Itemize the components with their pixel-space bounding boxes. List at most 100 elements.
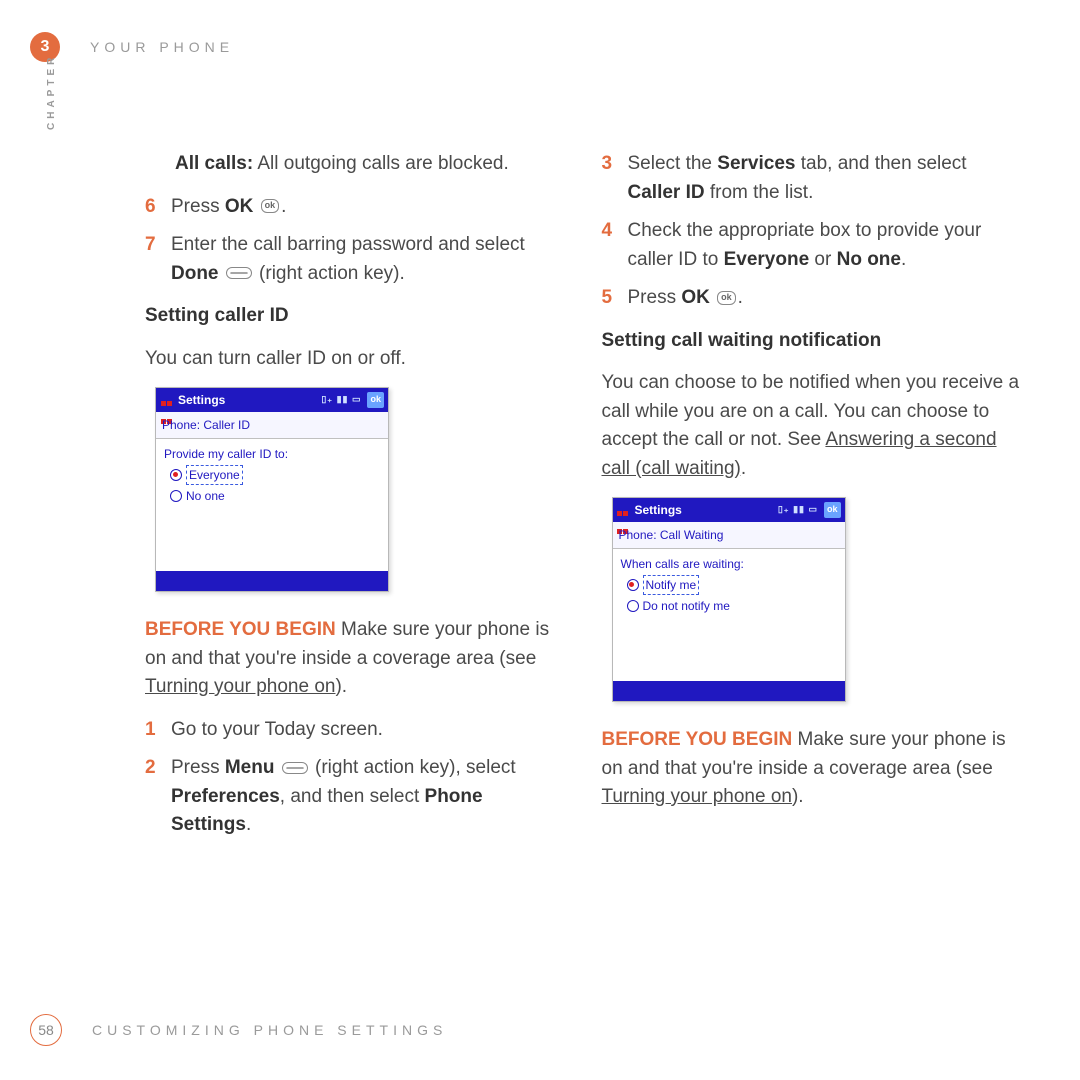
windows-icon — [160, 393, 174, 407]
t: Press — [171, 196, 225, 217]
radio-selected-icon — [170, 469, 182, 481]
t: Caller ID — [628, 182, 705, 203]
t: . — [901, 249, 906, 270]
t: . — [281, 196, 286, 217]
step-num: 2 — [145, 754, 171, 783]
step-text: Check the appropriate box to provide you… — [628, 217, 1021, 274]
t: . — [738, 287, 743, 308]
t: (right action key). — [254, 263, 405, 284]
left-steps-top: 6 Press OK ok. 7 Enter the call barring … — [145, 193, 564, 289]
ok-key-icon: ok — [261, 199, 280, 213]
side-chapter-label: CHAPTER — [46, 54, 57, 130]
page-root: 3 YOUR PHONE CHAPTER All calls: All outg… — [0, 0, 1080, 1080]
radio-icon — [170, 490, 182, 502]
t — [710, 287, 715, 308]
t: Services — [717, 153, 795, 174]
step-5: 5 Press OK ok. — [602, 284, 1021, 313]
step-num: 3 — [602, 150, 628, 179]
t: or — [809, 249, 836, 270]
action-key-icon — [226, 267, 252, 279]
radio-option: Everyone — [170, 465, 380, 485]
footer-section-title: CUSTOMIZING PHONE SETTINGS — [92, 1022, 447, 1038]
windows-icon — [617, 503, 631, 517]
link-turning-phone-on[interactable]: Turning your phone on — [145, 676, 335, 697]
t: . — [741, 458, 746, 479]
step-num: 1 — [145, 716, 171, 745]
step-2: 2 Press Menu (right action key), select … — [145, 754, 564, 840]
section-desc: You can choose to be notified when you r… — [602, 369, 1021, 483]
step-3: 3 Select the Services tab, and then sele… — [602, 150, 1021, 207]
radio-option: No one — [170, 487, 380, 505]
before-you-begin-block: BEFORE YOU BEGIN Make sure your phone is… — [602, 726, 1021, 812]
step-text: Enter the call barring password and sele… — [171, 231, 564, 288]
radio-selected-icon — [627, 579, 639, 591]
left-column: All calls: All outgoing calls are blocke… — [145, 150, 564, 854]
screenshot-footer-bar — [613, 681, 845, 701]
t: Done — [171, 263, 219, 284]
t — [253, 196, 258, 217]
t: . — [246, 814, 251, 835]
radio-icon — [627, 600, 639, 612]
screenshot-body: Provide my caller ID to: Everyone No one — [156, 439, 388, 571]
t: Select the — [628, 153, 718, 174]
t — [219, 263, 224, 284]
header-section-title: YOUR PHONE — [90, 39, 234, 55]
section-heading-call-waiting: Setting call waiting notification — [602, 327, 1021, 356]
right-steps-top: 3 Select the Services tab, and then sele… — [602, 150, 1021, 313]
t — [274, 757, 279, 778]
content-columns: All calls: All outgoing calls are blocke… — [145, 150, 1020, 854]
all-calls-line: All calls: All outgoing calls are blocke… — [175, 150, 564, 179]
screenshot-titlebar: Settings ▯₊ ▮▮ ▭ ok — [613, 498, 845, 522]
action-key-icon — [282, 762, 308, 774]
ok-box-icon: ok — [367, 392, 384, 408]
step-4: 4 Check the appropriate box to provide y… — [602, 217, 1021, 274]
status-icons: ▯₊ ▮▮ ▭ — [321, 393, 361, 407]
step-num: 7 — [145, 231, 171, 260]
t: No one — [837, 249, 901, 270]
t: ). — [792, 786, 804, 807]
step-text: Press OK ok. — [628, 284, 1021, 313]
screenshot-title-text: Settings — [178, 391, 317, 409]
page-number-badge: 58 — [30, 1014, 62, 1046]
step-num: 4 — [602, 217, 628, 246]
t: Menu — [225, 757, 275, 778]
screenshot-breadcrumb: Phone: Caller ID — [156, 412, 388, 439]
step-7: 7 Enter the call barring password and se… — [145, 231, 564, 288]
before-you-begin-label: BEFORE YOU BEGIN — [602, 729, 793, 750]
ok-box-icon: ok — [824, 502, 841, 518]
step-text: Go to your Today screen. — [171, 716, 564, 745]
t: OK — [225, 196, 254, 217]
right-column: 3 Select the Services tab, and then sele… — [602, 150, 1021, 854]
radio-label: Everyone — [186, 465, 243, 485]
t: Everyone — [724, 249, 810, 270]
t: ). — [335, 676, 347, 697]
radio-label: Do not notify me — [643, 597, 730, 615]
step-6: 6 Press OK ok. — [145, 193, 564, 222]
t: Enter the call barring password and sele… — [171, 234, 525, 255]
step-text: Press Menu (right action key), select Pr… — [171, 754, 564, 840]
left-steps-bottom: 1 Go to your Today screen. 2 Press Menu … — [145, 716, 564, 840]
all-calls-text: All outgoing calls are blocked. — [253, 153, 509, 174]
all-calls-label: All calls: — [175, 153, 253, 174]
screenshot-breadcrumb: Phone: Call Waiting — [613, 522, 845, 549]
screenshot-caller-id: Settings ▯₊ ▮▮ ▭ ok Phone: Caller ID Pro… — [155, 387, 389, 592]
screenshot-title-text: Settings — [635, 501, 774, 519]
screenshot-prompt: When calls are waiting: — [621, 555, 837, 573]
ok-key-icon: ok — [717, 291, 736, 305]
step-num: 6 — [145, 193, 171, 222]
screenshot-titlebar: Settings ▯₊ ▮▮ ▭ ok — [156, 388, 388, 412]
t: (right action key), select — [310, 757, 516, 778]
before-you-begin-block: BEFORE YOU BEGIN Make sure your phone is… — [145, 616, 564, 702]
t: Press — [628, 287, 682, 308]
section-desc: You can turn caller ID on or off. — [145, 345, 564, 374]
screenshot-body: When calls are waiting: Notify me Do not… — [613, 549, 845, 681]
t: tab, and then select — [795, 153, 966, 174]
page-header: 3 YOUR PHONE — [30, 32, 234, 62]
screenshot-prompt: Provide my caller ID to: — [164, 445, 380, 463]
status-icons: ▯₊ ▮▮ ▭ — [778, 503, 818, 517]
link-turning-phone-on[interactable]: Turning your phone on — [602, 786, 792, 807]
screenshot-call-waiting: Settings ▯₊ ▮▮ ▭ ok Phone: Call Waiting … — [612, 497, 846, 702]
section-heading-caller-id: Setting caller ID — [145, 302, 564, 331]
screenshot-footer-bar — [156, 571, 388, 591]
radio-label: Notify me — [643, 575, 700, 595]
